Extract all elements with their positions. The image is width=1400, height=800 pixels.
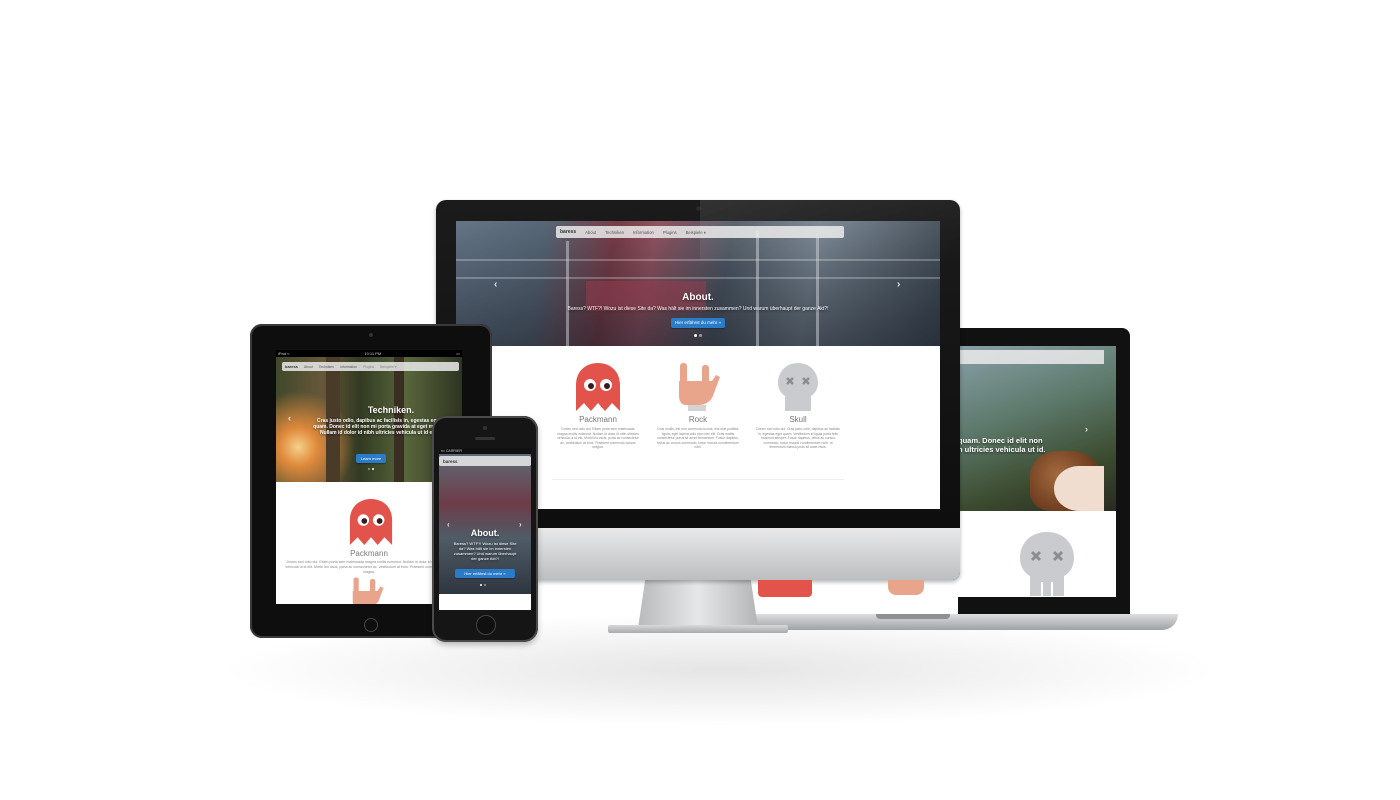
nav-item-information[interactable]: Information — [633, 230, 654, 235]
nav-item-beispiele-dropdown[interactable]: Beispiele ▾ — [380, 365, 396, 369]
ipad-camera — [369, 333, 373, 337]
ipad-hero-title: Techniken. — [367, 405, 415, 415]
feature-title-packmann: Packmann — [579, 415, 617, 424]
carousel-next-arrow[interactable]: › — [897, 279, 900, 290]
nav-brand[interactable]: baress — [560, 229, 576, 235]
iphone-navbar: baress — [439, 456, 531, 466]
imac-navbar: baress About Techniken Information Plugi… — [556, 226, 844, 238]
carousel-prev-arrow[interactable]: ‹ — [494, 279, 497, 290]
ghost-icon — [576, 363, 620, 411]
ipad-status-carrier: iPad ≈ — [278, 351, 290, 356]
ghost-icon — [349, 498, 393, 545]
hand-image — [1054, 466, 1104, 511]
rock-hand-icon — [352, 577, 384, 604]
carousel-dot-1[interactable] — [694, 334, 697, 337]
ipad-navbar: baress About Techniken Information Plugi… — [282, 362, 459, 371]
laptop-ghost-icon-partial — [758, 580, 812, 597]
iphone-hero-text: Baress? WTF?! Wozu ist diese Site da? Wa… — [453, 541, 517, 561]
iphone-hero-learn-more-button[interactable]: Hier erfährst du mehr » — [455, 569, 515, 578]
iphone-home-button[interactable] — [476, 615, 496, 635]
ipad-status-bar: iPad ≈ 10:11 PM ▭ — [276, 350, 462, 357]
laptop-navbar[interactable] — [958, 350, 1104, 364]
ipad-hero-text: Cras justo odio, dapibus ac facilisis in… — [313, 418, 445, 436]
nav-brand[interactable]: baress — [285, 364, 298, 369]
laptop-carousel-next-arrow[interactable]: › — [1085, 424, 1088, 434]
laptop-screen: quam. Donec id elit non h ultricies vehi… — [958, 346, 1116, 597]
feature-title-rock: Rock — [688, 415, 708, 424]
laptop-hand-icon-partial — [888, 580, 924, 595]
imac-camera — [696, 206, 701, 211]
feature-text-packmann: Donec sed odio dui. Etiam porta sem male… — [557, 427, 639, 450]
iphone-speaker — [475, 437, 495, 440]
nav-item-about[interactable]: About — [304, 365, 313, 369]
section-divider — [552, 479, 844, 480]
nav-brand[interactable]: baress — [443, 459, 458, 464]
hero-title: About. — [682, 292, 714, 303]
nav-item-about[interactable]: About — [585, 230, 596, 235]
nav-item-techniken[interactable]: Techniken — [605, 230, 624, 235]
carousel-dot-2[interactable] — [699, 334, 702, 337]
battery-icon: ▭ — [456, 351, 460, 356]
laptop-hero-text: quam. Donec id elit non h ultricies vehi… — [958, 436, 1046, 454]
skull-icon — [1020, 532, 1074, 596]
nav-item-plugins[interactable]: Plugins — [663, 230, 677, 235]
ipad-hero-learn-more-button[interactable]: Learn more — [356, 454, 386, 463]
iphone-screen: ▪▪▪ CARRIER baress ‹ › About. Baress? WT… — [439, 448, 531, 610]
imac-foot — [608, 625, 788, 633]
ipad-status-time: 10:11 PM — [364, 351, 382, 356]
ipad-carousel-indicators — [368, 468, 374, 470]
nav-item-information[interactable]: Information — [340, 365, 357, 369]
ipad-carousel-prev-arrow[interactable]: ‹ — [288, 413, 291, 423]
nav-item-beispiele-dropdown[interactable]: Beispiele ▾ — [686, 230, 706, 235]
feature-title-skull: Skull — [789, 415, 807, 424]
iphone-hero-title: About. — [470, 528, 500, 538]
iphone-carousel-indicators — [480, 584, 486, 586]
imac-stand — [638, 580, 758, 628]
skull-icon — [778, 363, 818, 411]
iphone-camera — [483, 426, 487, 430]
hero-text: Baress? WTF?! Wozu ist diese Site da? Wa… — [567, 306, 829, 312]
nav-item-techniken[interactable]: Techniken — [319, 365, 334, 369]
laptop-notch — [876, 614, 950, 619]
laptop-base — [740, 614, 1178, 630]
feature-text-rock: Duis mollis, est non commodo luctus, nis… — [657, 427, 739, 450]
carousel-indicators — [694, 334, 702, 337]
ipad-home-button[interactable] — [364, 618, 378, 632]
rock-hand-icon — [679, 363, 720, 411]
hero-learn-more-button[interactable]: Hier erfährst du mehr » — [671, 318, 725, 328]
feature-text-skull: Donec sed odio dui. Cras justo odio, dap… — [756, 427, 840, 450]
iphone-status-carrier: ▪▪▪ CARRIER — [441, 449, 462, 453]
nav-item-plugins[interactable]: Plugins — [363, 365, 374, 369]
